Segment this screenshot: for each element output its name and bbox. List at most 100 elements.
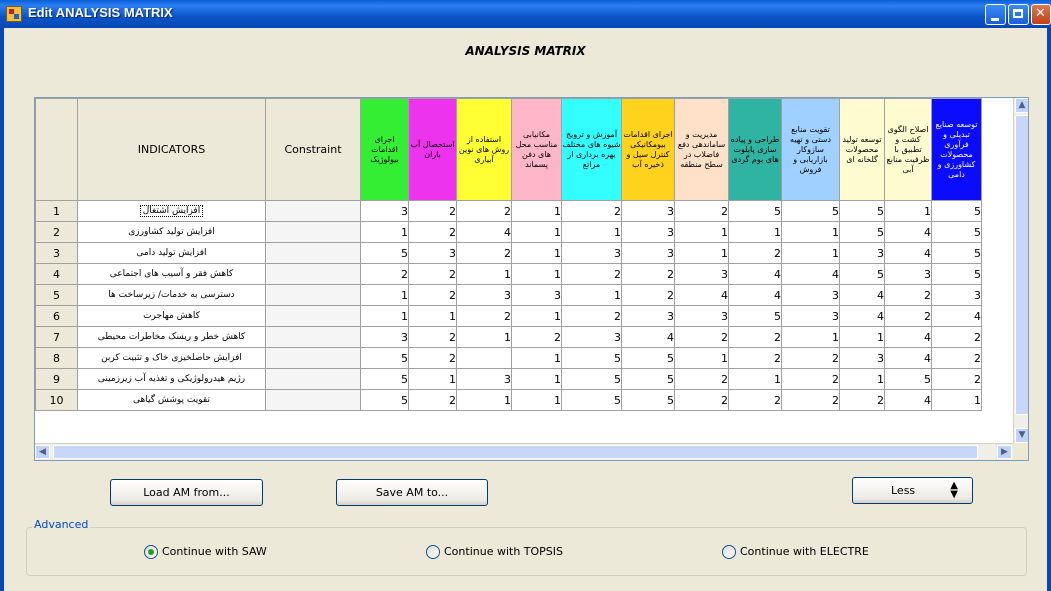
indicator-cell[interactable]: کاهش مهاجرت xyxy=(77,305,266,327)
matrix-grid[interactable]: INDICATORS Constraint اجرای اقدامات بیول… xyxy=(34,97,1029,461)
score-cell[interactable]: 4 xyxy=(456,221,512,243)
score-cell[interactable]: 1 xyxy=(781,221,840,243)
score-cell[interactable]: 3 xyxy=(456,284,512,306)
score-cell[interactable]: 5 xyxy=(621,368,675,390)
radio-dot-icon[interactable] xyxy=(426,545,440,559)
score-cell[interactable]: 4 xyxy=(884,242,932,264)
score-cell[interactable]: 3 xyxy=(931,284,982,306)
score-cell[interactable]: 3 xyxy=(360,200,409,222)
score-cell[interactable]: 1 xyxy=(839,326,885,348)
score-cell[interactable]: 2 xyxy=(931,326,982,348)
strategy-header[interactable]: اجرای اقدامات بیومکانیکی کنترل سیل و ذخی… xyxy=(621,98,675,201)
score-cell[interactable]: 5 xyxy=(728,200,782,222)
score-cell[interactable]: 3 xyxy=(674,263,729,285)
score-cell[interactable]: 5 xyxy=(621,389,675,411)
constraint-cell[interactable] xyxy=(265,347,361,369)
constraint-cell[interactable] xyxy=(265,263,361,285)
score-cell[interactable]: 3 xyxy=(621,242,675,264)
score-cell[interactable]: 1 xyxy=(511,263,562,285)
score-cell[interactable]: 1 xyxy=(511,242,562,264)
score-cell[interactable]: 5 xyxy=(884,368,932,390)
score-cell[interactable]: 1 xyxy=(511,389,562,411)
score-cell[interactable]: 1 xyxy=(839,368,885,390)
score-cell[interactable]: 2 xyxy=(456,305,512,327)
score-cell[interactable]: 2 xyxy=(781,368,840,390)
indicator-cell[interactable]: دسترسی به خدمات/ زیرساخت ها xyxy=(77,284,266,306)
scroll-down-icon[interactable]: ▼ xyxy=(1015,428,1028,443)
score-cell[interactable]: 1 xyxy=(511,368,562,390)
score-cell[interactable]: 5 xyxy=(931,263,982,285)
score-cell[interactable]: 5 xyxy=(931,200,982,222)
strategy-header[interactable]: مدیریت و ساماندهی دفع فاضلاب در سطح منطق… xyxy=(674,98,729,201)
strategy-header[interactable]: استفاده از روش های نوین آبیاری xyxy=(456,98,512,201)
score-cell[interactable]: 2 xyxy=(561,305,622,327)
score-cell[interactable]: 4 xyxy=(884,221,932,243)
minimize-button[interactable] xyxy=(985,4,1006,25)
score-cell[interactable]: 3 xyxy=(456,368,512,390)
score-cell[interactable]: 2 xyxy=(884,305,932,327)
row-number[interactable]: 4 xyxy=(35,263,78,285)
score-cell[interactable]: 2 xyxy=(884,284,932,306)
score-cell[interactable]: 1 xyxy=(728,221,782,243)
row-number[interactable]: 5 xyxy=(35,284,78,306)
indicator-cell[interactable]: کاهش خطر و ریسک مخاطرات محیطی xyxy=(77,326,266,348)
score-cell[interactable]: 4 xyxy=(884,326,932,348)
indicator-cell[interactable]: رژیم هیدرولوژیکی و تغذیه آب زیرزمینی xyxy=(77,368,266,390)
score-cell[interactable]: 4 xyxy=(674,284,729,306)
indicator-cell[interactable]: افزایش تولید دامی xyxy=(77,242,266,264)
strategy-header[interactable]: آموزش و ترویج شیوه های مختلف بهره برداری… xyxy=(561,98,622,201)
indicator-cell[interactable]: افزایش تولید کشاورزی xyxy=(77,221,266,243)
save-am-button[interactable]: Save AM to... xyxy=(336,479,488,506)
score-cell[interactable]: 2 xyxy=(621,284,675,306)
score-cell[interactable]: 3 xyxy=(360,326,409,348)
score-cell[interactable]: 4 xyxy=(884,347,932,369)
constraint-cell[interactable] xyxy=(265,200,361,222)
score-cell[interactable]: 2 xyxy=(561,263,622,285)
score-cell[interactable]: 2 xyxy=(931,347,982,369)
score-cell[interactable]: 5 xyxy=(360,242,409,264)
strategy-header[interactable]: توسعه صنایع تبدیلی و فرآوری محصولات کشاو… xyxy=(931,98,982,201)
score-cell[interactable]: 5 xyxy=(360,347,409,369)
score-cell[interactable]: 3 xyxy=(408,242,457,264)
score-cell[interactable]: 3 xyxy=(621,200,675,222)
strategy-header[interactable]: مکانیابی مناسب محل های دفن پسماند xyxy=(511,98,562,201)
score-cell[interactable]: 5 xyxy=(561,389,622,411)
score-cell[interactable]: 5 xyxy=(781,200,840,222)
score-cell[interactable]: 4 xyxy=(839,284,885,306)
scroll-left-icon[interactable]: ◀ xyxy=(35,445,50,459)
constraint-cell[interactable] xyxy=(265,305,361,327)
score-cell[interactable]: 4 xyxy=(728,263,782,285)
maximize-button[interactable] xyxy=(1008,4,1029,25)
score-cell[interactable]: 2 xyxy=(728,347,782,369)
score-cell[interactable]: 2 xyxy=(674,200,729,222)
row-number[interactable]: 9 xyxy=(35,368,78,390)
row-number[interactable]: 10 xyxy=(35,389,78,411)
horizontal-scroll-thumb[interactable] xyxy=(53,445,978,459)
score-cell[interactable]: 2 xyxy=(561,200,622,222)
score-cell[interactable]: 2 xyxy=(408,221,457,243)
score-cell[interactable]: 2 xyxy=(408,347,457,369)
score-cell[interactable]: 2 xyxy=(839,389,885,411)
score-cell[interactable]: 2 xyxy=(408,284,457,306)
score-cell[interactable]: 5 xyxy=(360,368,409,390)
score-cell[interactable] xyxy=(456,347,512,369)
strategy-header[interactable]: تقویت منابع دستی و تهیه سازوکار بازاریاب… xyxy=(781,98,840,201)
score-cell[interactable]: 2 xyxy=(674,368,729,390)
constraint-cell[interactable] xyxy=(265,389,361,411)
strategy-header[interactable]: توسعه تولید محصولات گلخانه ای xyxy=(839,98,885,201)
score-cell[interactable]: 5 xyxy=(621,347,675,369)
score-cell[interactable]: 2 xyxy=(408,326,457,348)
row-number[interactable]: 2 xyxy=(35,221,78,243)
score-cell[interactable]: 3 xyxy=(884,263,932,285)
score-cell[interactable]: 1 xyxy=(360,305,409,327)
score-cell[interactable]: 1 xyxy=(674,347,729,369)
score-cell[interactable]: 2 xyxy=(931,368,982,390)
score-cell[interactable]: 2 xyxy=(511,326,562,348)
row-number[interactable]: 7 xyxy=(35,326,78,348)
score-cell[interactable]: 2 xyxy=(781,347,840,369)
score-cell[interactable]: 2 xyxy=(408,263,457,285)
score-cell[interactable]: 2 xyxy=(674,389,729,411)
score-cell[interactable]: 2 xyxy=(456,200,512,222)
score-cell[interactable]: 1 xyxy=(360,221,409,243)
score-cell[interactable]: 5 xyxy=(728,305,782,327)
